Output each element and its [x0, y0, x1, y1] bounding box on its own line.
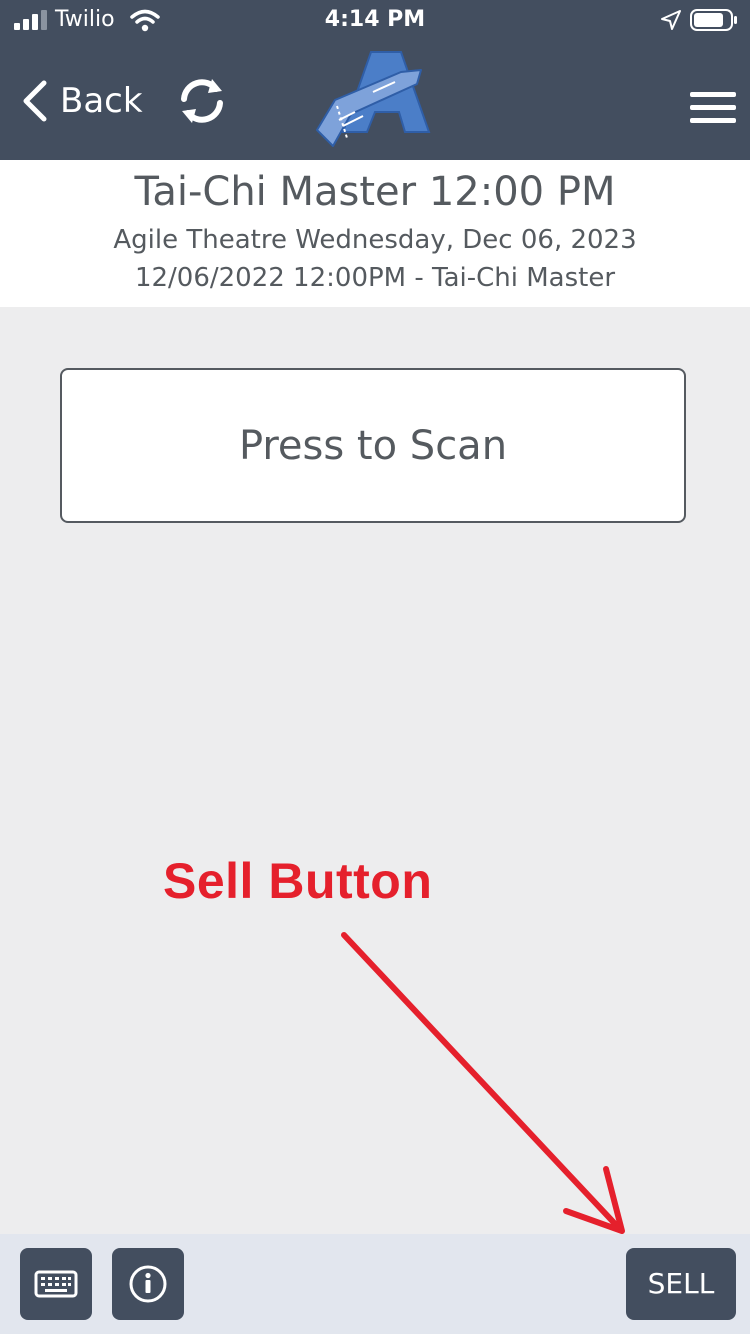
sell-button[interactable]: SELL [626, 1248, 736, 1320]
location-arrow-icon [661, 10, 681, 30]
bottom-toolbar: SELL [0, 1234, 750, 1334]
annotation-arrow [341, 932, 625, 1234]
status-bar: Twilio 4:14 PM [0, 0, 750, 40]
nav-bar: Back [0, 40, 750, 160]
hamburger-menu-icon[interactable] [688, 88, 738, 128]
scan-button[interactable]: Press to Scan [60, 368, 686, 523]
annotation-label: Sell Button [163, 853, 433, 909]
app-logo [316, 51, 431, 147]
keyboard-icon [34, 1270, 78, 1298]
scan-label: Press to Scan [238, 422, 508, 469]
top-bar: Twilio 4:14 PM Back [0, 0, 750, 160]
keyboard-button[interactable] [20, 1248, 92, 1320]
info-icon [129, 1265, 167, 1303]
info-button[interactable] [112, 1248, 184, 1320]
battery-icon [690, 9, 737, 31]
status-time: 4:14 PM [324, 7, 426, 32]
event-venue-date: Agile Theatre Wednesday, Dec 06, 2023 [113, 225, 637, 255]
refresh-icon[interactable] [176, 77, 228, 125]
chevron-left-icon [23, 80, 47, 122]
back-button[interactable]: Back [20, 78, 143, 124]
event-header: Tai-Chi Master 12:00 PM Agile Theatre We… [0, 160, 750, 307]
event-performance: 12/06/2022 12:00PM - Tai-Chi Master [134, 263, 616, 293]
back-label: Back [60, 81, 143, 121]
event-title: Tai-Chi Master 12:00 PM [134, 169, 616, 215]
